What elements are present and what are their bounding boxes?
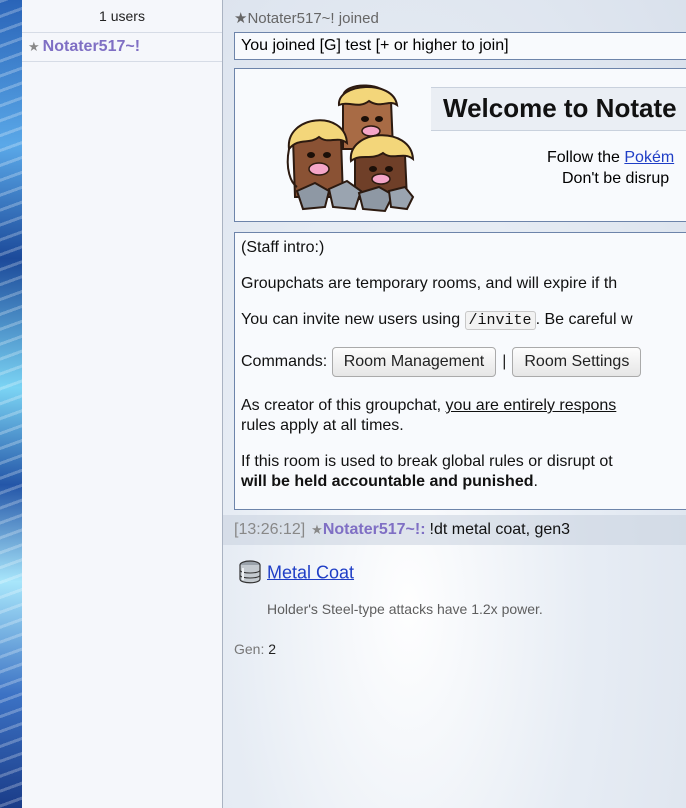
userlist-item[interactable]: ★ Notater517~! — [22, 33, 222, 62]
rules-link[interactable]: Pokém — [624, 149, 674, 166]
item-description: Holder's Steel-type attacks have 1.2x po… — [267, 601, 543, 617]
message-timestamp: [13:26:12] — [234, 521, 306, 538]
dugtrio-icon — [286, 84, 415, 213]
welcome-follow-text: Follow the — [547, 149, 625, 166]
message-username[interactable]: Notater517~!: — [323, 521, 426, 538]
room-settings-button[interactable]: Room Settings — [512, 347, 642, 377]
welcome-disrupt-line: Don't be disrup — [562, 170, 670, 187]
invite-suffix-text: . Be careful w — [535, 311, 633, 328]
invite-info-line: You can invite new users using /invite. … — [241, 311, 633, 330]
userlist-panel: 1 users ★ Notater517~! — [22, 0, 223, 808]
creator-prefix-text: As creator of this groupchat, — [241, 397, 446, 414]
room-notice-box: You joined [G] test [+ or higher to join… — [234, 32, 686, 60]
chat-log[interactable]: ★Notater517~! joined You joined [G] test… — [223, 0, 686, 808]
rank-star-icon: ★ — [28, 39, 40, 54]
room-management-button[interactable]: Room Management — [331, 347, 497, 377]
accountable-period: . — [533, 473, 538, 490]
item-generation: Gen: 2 — [234, 641, 276, 657]
rules-warning-line-2: will be held accountable and punished. — [241, 473, 538, 491]
join-text: Notater517~! joined — [247, 10, 379, 27]
staff-intro-box: (Staff intro:) Groupchats are temporary … — [234, 232, 686, 510]
invite-command-code: /invite — [464, 311, 536, 330]
background-art-strip — [0, 0, 22, 808]
gen-value: 2 — [268, 641, 277, 657]
creator-info-line-2: rules apply at all times. — [241, 417, 404, 434]
invite-prefix-text: You can invite new users using — [241, 311, 465, 328]
creator-info-line: As creator of this groupchat, you are en… — [241, 397, 616, 415]
chat-message: [13:26:12] ★Notater517~!: !dt metal coat, … — [223, 515, 686, 545]
welcome-follow-line: Follow the Pokém — [547, 149, 674, 167]
star-icon: ★ — [311, 522, 323, 537]
user-count: 1 users — [22, 0, 222, 33]
groupchat-info-text: Groupchats are temporary rooms, and will… — [241, 275, 618, 292]
gen-label: Gen: — [234, 641, 265, 657]
rules-warning-line: If this room is used to break global rul… — [241, 453, 613, 470]
commands-separator: | — [502, 353, 507, 370]
message-text: !dt metal coat, gen3 — [429, 521, 571, 538]
creator-responsibility-text: you are entirely respons — [445, 397, 617, 414]
commands-line: Commands: Room Management | Room Settings — [241, 347, 642, 377]
metal-coat-icon — [239, 560, 261, 584]
join-notification: ★Notater517~! joined — [234, 9, 379, 27]
welcome-title: Welcome to Notate — [431, 87, 686, 131]
staff-intro-heading: (Staff intro:) — [241, 239, 325, 256]
item-result-row: Metal Coat — [237, 556, 354, 586]
commands-label: Commands: — [241, 353, 328, 370]
star-icon: ★ — [234, 10, 248, 27]
userlist-item-name[interactable]: Notater517~! — [43, 38, 140, 55]
accountable-text: will be held accountable and punished — [241, 473, 534, 490]
item-name-link[interactable]: Metal Coat — [267, 562, 354, 582]
welcome-box: Welcome to Notate Follow the Pokém Don't… — [234, 68, 686, 222]
